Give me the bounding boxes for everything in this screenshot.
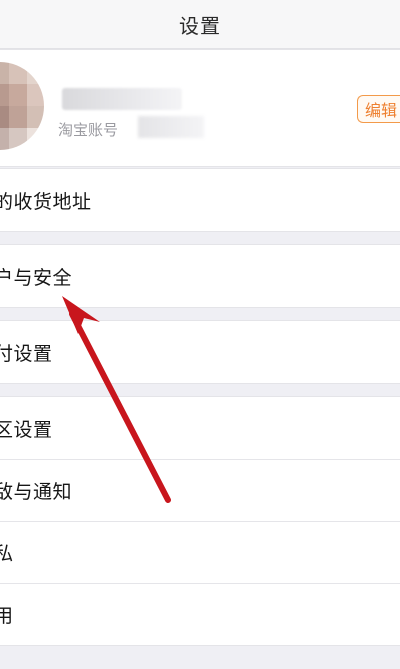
- menu-item-privacy-label: 私: [0, 543, 14, 565]
- menu-item-security-label: 户与安全: [0, 266, 73, 289]
- menu-item-message-label: 敌与通知: [0, 481, 73, 503]
- menu-item-privacy[interactable]: 私: [0, 522, 400, 583]
- menu-item-security[interactable]: 户与安全: [0, 244, 400, 308]
- navigation-bar: 设置: [0, 0, 400, 49]
- menu-item-general[interactable]: 用: [0, 584, 400, 646]
- nickname-blurred: [62, 88, 182, 110]
- menu-item-message[interactable]: 敌与通知: [0, 460, 400, 521]
- account-id-blurred: [138, 116, 204, 138]
- menu-item-region-label: 区设置: [0, 419, 53, 441]
- menu-item-address-label: 的收货地址: [0, 190, 92, 213]
- menu-item-region[interactable]: 区设置: [0, 396, 400, 460]
- profile-card[interactable]: [0, 49, 400, 167]
- page-title: 设置: [179, 13, 221, 38]
- account-label: 淘宝账号: [58, 121, 119, 139]
- edit-profile-button[interactable]: 编辑: [357, 95, 400, 123]
- menu-item-address[interactable]: 的收货地址: [0, 168, 400, 232]
- menu-item-payment-label: 付设置: [0, 342, 53, 365]
- menu-item-payment[interactable]: 付设置: [0, 320, 400, 384]
- menu-item-general-label: 用: [0, 605, 14, 627]
